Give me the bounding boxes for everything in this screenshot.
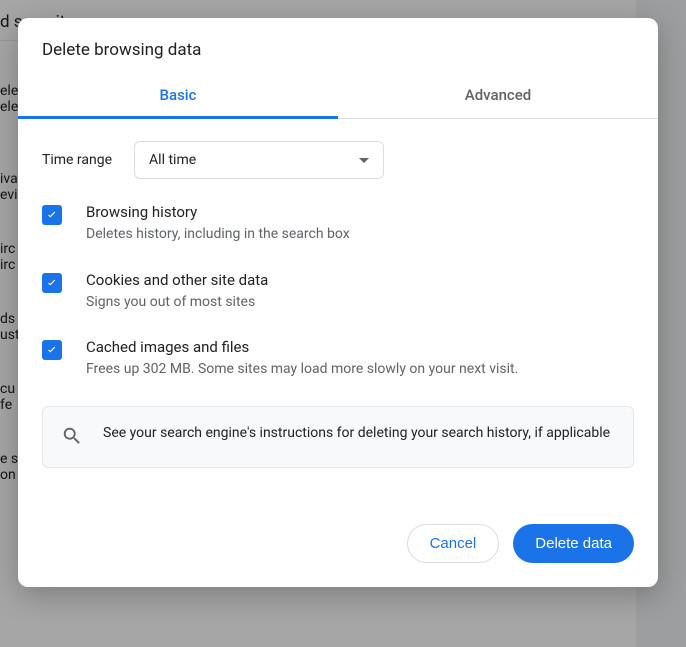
info-text: See your search engine's instructions fo… <box>103 423 610 444</box>
tabs: Basic Advanced <box>18 74 658 119</box>
option-title: Cookies and other site data <box>86 271 268 289</box>
tab-advanced[interactable]: Advanced <box>338 74 658 118</box>
time-range-row: Time range All time <box>42 141 634 179</box>
checkbox-browsing-history[interactable] <box>42 205 62 225</box>
info-box: See your search engine's instructions fo… <box>42 406 634 468</box>
search-icon <box>61 425 83 451</box>
option-title: Browsing history <box>86 203 350 221</box>
delete-data-button[interactable]: Delete data <box>513 524 634 563</box>
option-browsing-history: Browsing history Deletes history, includ… <box>42 203 634 245</box>
option-title: Cached images and files <box>86 338 518 356</box>
option-desc: Signs you out of most sites <box>86 293 268 313</box>
cancel-button[interactable]: Cancel <box>407 524 500 563</box>
option-desc: Deletes history, including in the search… <box>86 225 350 245</box>
delete-browsing-data-dialog: Delete browsing data Basic Advanced Time… <box>18 18 658 587</box>
dialog-header: Delete browsing data <box>18 18 658 74</box>
dialog-title: Delete browsing data <box>42 40 634 60</box>
chevron-down-icon <box>359 158 369 163</box>
option-desc: Frees up 302 MB. Some sites may load mor… <box>86 360 518 380</box>
dialog-content: Time range All time Browsing history Del… <box>18 119 658 476</box>
option-cookies: Cookies and other site data Signs you ou… <box>42 271 634 313</box>
option-cached: Cached images and files Frees up 302 MB.… <box>42 338 634 380</box>
time-range-select[interactable]: All time <box>134 141 384 179</box>
dialog-footer: Cancel Delete data <box>18 476 658 587</box>
check-icon <box>45 343 59 357</box>
tab-basic[interactable]: Basic <box>18 74 338 118</box>
checkbox-cached[interactable] <box>42 340 62 360</box>
time-range-label: Time range <box>42 152 112 168</box>
check-icon <box>45 208 59 222</box>
checkbox-cookies[interactable] <box>42 273 62 293</box>
time-range-value: All time <box>149 152 196 168</box>
check-icon <box>45 276 59 290</box>
